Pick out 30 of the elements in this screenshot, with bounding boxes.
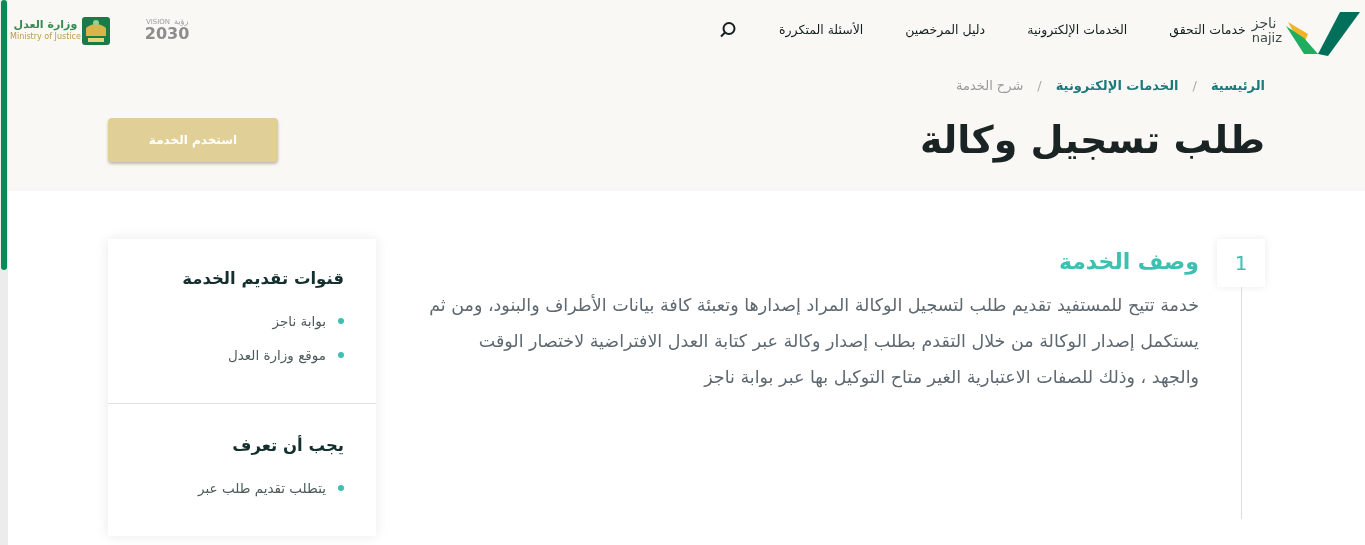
logo-text: 2030 — [144, 26, 190, 42]
nav-link[interactable]: الأسئلة المتكررة — [779, 20, 864, 40]
description-text: خدمة تتيح للمستفيد تقديم طلب لتسجيل الوكالة المراد إصدارها وتعبئة كافة بيانات الأطراف والبنود، ومن ثم يستكمل إصدار الوكالة من خلال التقدم بطلب إصدار وكالة عبر كتابة العدل الافتراضية لاختصار الوقت والجهد ، وذلك للصفات الاعتبارية الغير متاح التوكيل بها عبر بوابة ناجز — [429, 293, 1199, 390]
search-icon[interactable] — [719, 21, 737, 39]
logo-text: وزارة العدل — [13, 19, 78, 30]
section-title: وصف الخدمة — [1057, 249, 1199, 276]
breadcrumb-separator: / — [1037, 77, 1042, 95]
list-item: يتطلب تقديم طلب عبر — [198, 479, 326, 499]
breadcrumb-current: شرح الخدمة — [956, 77, 1024, 95]
nav-link[interactable]: خدمات التحقق — [1169, 20, 1246, 40]
step-number: 1 — [1217, 239, 1265, 288]
list-item: موقع وزارة العدل — [227, 346, 326, 366]
scrollbar[interactable] — [0, 0, 8, 545]
logo-text: Ministry of Justice — [10, 33, 81, 41]
nav-link[interactable]: الخدمات الإلكترونية — [1027, 20, 1128, 40]
breadcrumb-link[interactable]: الرئيسية — [1210, 76, 1265, 96]
sidebar-heading: قنوات تقديم الخدمة — [181, 269, 344, 289]
bullet-icon — [338, 352, 344, 359]
bullet-icon — [338, 318, 344, 324]
sidebar-heading: يجب أن تعرف — [231, 436, 344, 457]
logo-text: رؤية — [174, 18, 189, 26]
page-title: طلب تسجيل وكالة — [919, 117, 1265, 164]
logo-text: najiz — [1251, 31, 1282, 44]
emblem-icon — [80, 14, 111, 46]
nav-link[interactable]: دليل المرخصين — [905, 20, 986, 40]
bullet-icon — [338, 485, 344, 492]
breadcrumb-link[interactable]: الخدمات الإلكترونية — [1055, 76, 1179, 96]
list-item: بوابة ناجز — [272, 311, 326, 332]
scrollbar-thumb[interactable] — [1, 0, 7, 270]
breadcrumb-separator: / — [1192, 77, 1197, 95]
